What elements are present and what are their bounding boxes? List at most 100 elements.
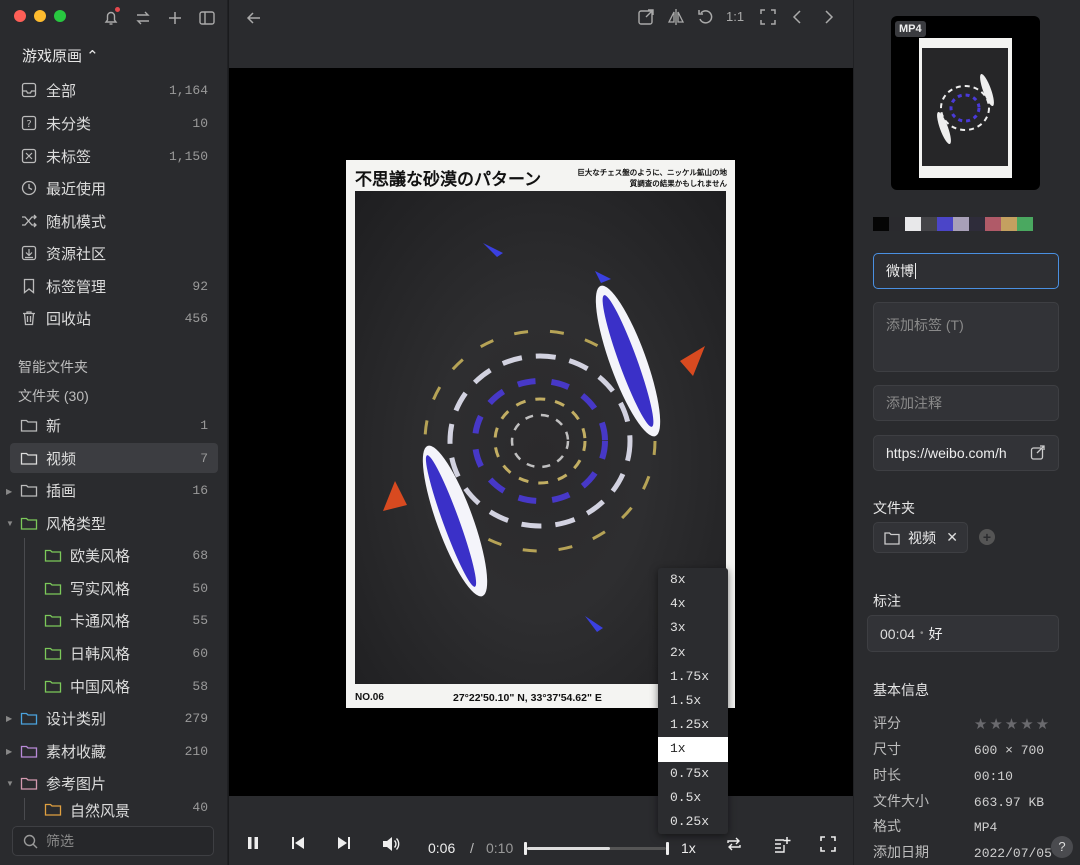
speed-option[interactable]: 1.75x <box>658 665 728 689</box>
back-arrow-icon[interactable] <box>245 9 263 27</box>
tags-input[interactable]: 添加标签 (T) <box>873 302 1059 372</box>
color-swatch[interactable] <box>937 217 953 231</box>
folder-item-new[interactable]: 新 1 <box>10 410 218 440</box>
capture-frame-icon[interactable] <box>773 836 791 854</box>
rotate-icon[interactable] <box>697 8 715 26</box>
star-icon[interactable]: ★ <box>989 715 1002 733</box>
thumbnail-preview[interactable]: MP4 <box>891 16 1040 190</box>
skip-forward-icon[interactable] <box>337 836 351 850</box>
folder-item-western[interactable]: 欧美风格 68 <box>34 540 218 570</box>
duration-label: 时长 <box>873 767 901 783</box>
open-external-icon[interactable] <box>637 8 655 26</box>
speed-button[interactable]: 1x <box>681 840 696 856</box>
star-icon[interactable]: ★ <box>1036 715 1049 733</box>
folder-item-japan-korea[interactable]: 日韩风格 60 <box>34 638 218 668</box>
nav-item-community[interactable]: 资源社区 <box>10 238 218 268</box>
shuffle-icon <box>20 212 38 230</box>
annotation-item[interactable]: 00:04 • 好 <box>867 615 1059 652</box>
color-swatch[interactable] <box>985 217 1001 231</box>
folders-heading[interactable]: 文件夹 (30) <box>18 386 89 406</box>
nav-item-tag-manager[interactable]: 标签管理 92 <box>10 271 218 301</box>
nav-label: 随机模式 <box>46 213 107 231</box>
folder-item-illustration[interactable]: 插画 16 <box>10 475 218 505</box>
folder-chip[interactable]: 视频 ✕ <box>873 522 968 553</box>
speed-option[interactable]: 3x <box>658 616 728 640</box>
nav-item-all[interactable]: 全部 1,164 <box>10 75 218 105</box>
speed-option[interactable]: 1x <box>658 737 728 762</box>
fullscreen-icon[interactable] <box>820 836 836 852</box>
next-icon[interactable] <box>819 8 837 26</box>
poster-coordinates: 27°22'50.10" N, 33°37'54.62" E <box>453 692 602 704</box>
folder-item-style-type[interactable]: 风格类型 <box>10 508 218 538</box>
seek-bar[interactable] <box>524 842 669 855</box>
fit-screen-icon[interactable] <box>759 8 777 26</box>
add-icon[interactable] <box>164 7 186 29</box>
nav-item-random[interactable]: 随机模式 <box>10 206 218 236</box>
video-stage[interactable]: 不思議な砂漠のパターン 巨大なチェス盤のように、ニッケル鉱山の地 質調査の結果か… <box>229 68 853 796</box>
speed-option[interactable]: 1.5x <box>658 689 728 713</box>
speed-option[interactable]: 8x <box>658 568 728 592</box>
skip-back-icon[interactable] <box>291 836 305 850</box>
close-window-button[interactable] <box>14 10 26 22</box>
flip-icon[interactable] <box>667 8 685 26</box>
size-label: 尺寸 <box>873 741 901 757</box>
open-link-icon[interactable] <box>1030 445 1046 461</box>
previous-icon[interactable] <box>789 8 807 26</box>
url-input[interactable]: https://weibo.com/h <box>873 435 1059 471</box>
folder-item-cartoon[interactable]: 卡通风格 55 <box>34 605 218 635</box>
color-swatch[interactable] <box>953 217 969 231</box>
note-input[interactable]: 添加注释 <box>873 385 1059 421</box>
nav-item-trash[interactable]: 回收站 456 <box>10 303 218 333</box>
folder-item-nature[interactable]: 自然风景 40 <box>34 800 218 820</box>
thumbnail-art <box>922 48 1008 166</box>
filter-input[interactable]: 筛选 <box>12 826 214 856</box>
folder-item-realistic[interactable]: 写实风格 50 <box>34 573 218 603</box>
volume-icon[interactable] <box>382 836 400 852</box>
folder-item-reference[interactable]: 参考图片 <box>10 768 218 798</box>
folder-icon <box>44 644 62 662</box>
add-folder-icon[interactable]: + <box>979 529 995 545</box>
remove-folder-icon[interactable]: ✕ <box>946 529 958 546</box>
seek-bar-fill <box>527 847 611 850</box>
library-switcher[interactable]: 游戏原画 ⌃ <box>22 45 99 66</box>
color-swatch[interactable] <box>969 217 985 231</box>
star-icon[interactable]: ★ <box>1020 715 1033 733</box>
color-swatch[interactable] <box>921 217 937 231</box>
bell-icon[interactable] <box>100 7 122 29</box>
star-icon[interactable]: ★ <box>1005 715 1018 733</box>
speed-option[interactable]: 0.75x <box>658 762 728 786</box>
loop-icon[interactable] <box>726 836 742 852</box>
color-swatch[interactable] <box>873 217 889 231</box>
nav-item-unclassified[interactable]: ? 未分类 10 <box>10 108 218 138</box>
name-input[interactable]: 微博 <box>873 253 1059 289</box>
speed-option[interactable]: 0.5x <box>658 786 728 810</box>
text-cursor <box>915 263 916 279</box>
player-controls: 0:06 / 0:10 1x <box>229 824 853 865</box>
seek-end-handle[interactable] <box>666 842 669 855</box>
speed-option[interactable]: 2x <box>658 641 728 665</box>
nav-item-untagged[interactable]: 未标签 1,150 <box>10 141 218 171</box>
help-button[interactable]: ? <box>1051 836 1073 858</box>
minimize-window-button[interactable] <box>34 10 46 22</box>
actual-size-button[interactable]: 1:1 <box>726 9 744 24</box>
seek-start-handle[interactable] <box>524 842 527 855</box>
folder-item-video[interactable]: 视频 7 <box>10 443 218 473</box>
sidebar-toggle-icon[interactable] <box>196 7 218 29</box>
color-swatch[interactable] <box>1017 217 1033 231</box>
pause-icon[interactable] <box>246 836 260 850</box>
speed-option[interactable]: 1.25x <box>658 713 728 737</box>
sync-arrows-icon[interactable] <box>132 7 154 29</box>
smart-folders-heading[interactable]: 智能文件夹 <box>18 357 88 377</box>
color-swatch[interactable] <box>905 217 921 231</box>
folder-item-chinese[interactable]: 中国风格 58 <box>34 671 218 701</box>
folder-item-design[interactable]: 设计类别 279 <box>10 703 218 733</box>
speed-option[interactable]: 4x <box>658 592 728 616</box>
color-swatch[interactable] <box>889 217 905 231</box>
nav-item-recent[interactable]: 最近使用 <box>10 173 218 203</box>
folder-item-materials[interactable]: 素材收藏 210 <box>10 736 218 766</box>
color-swatch[interactable] <box>1001 217 1017 231</box>
zoom-window-button[interactable] <box>54 10 66 22</box>
rating-stars[interactable]: ★ ★ ★ ★ ★ <box>974 715 1049 733</box>
star-icon[interactable]: ★ <box>974 715 987 733</box>
speed-option[interactable]: 0.25x <box>658 810 728 834</box>
